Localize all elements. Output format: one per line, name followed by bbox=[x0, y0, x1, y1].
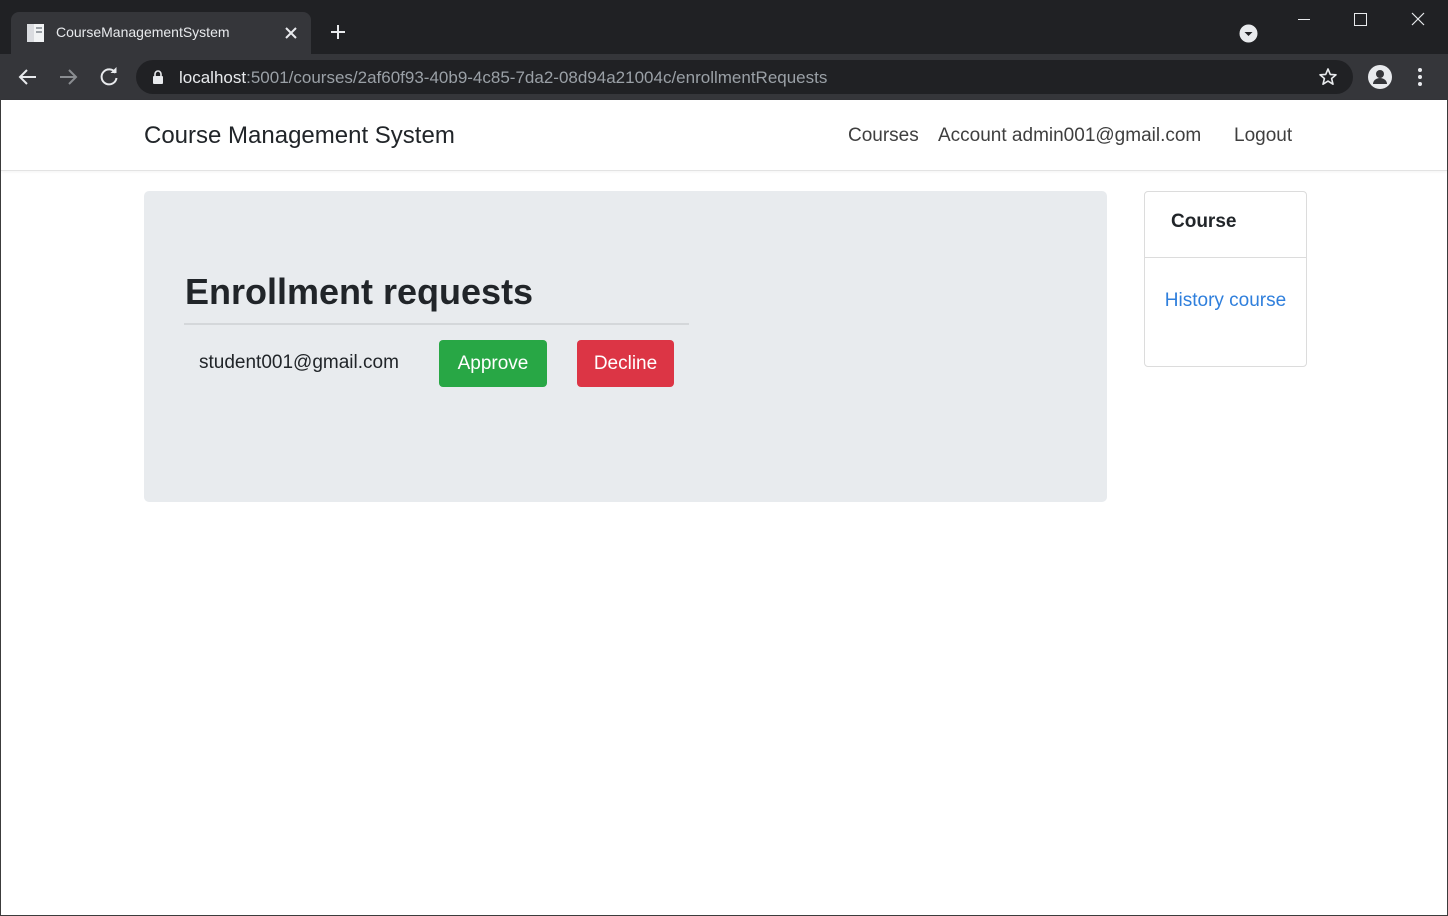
title-divider bbox=[184, 323, 689, 325]
minimize-icon[interactable] bbox=[1275, 0, 1333, 40]
page-viewport: Course Management System Courses Account… bbox=[0, 100, 1448, 916]
url-host: localhost bbox=[179, 68, 247, 87]
browser-tab[interactable]: CourseManagementSystem bbox=[11, 12, 311, 54]
menu-dots-icon[interactable] bbox=[1408, 65, 1432, 89]
decline-button[interactable]: Decline bbox=[577, 340, 674, 387]
tab-search-icon[interactable] bbox=[1239, 24, 1258, 43]
url-path: :5001/courses/2af60f93-40b9-4c85-7da2-08… bbox=[246, 68, 828, 87]
close-icon[interactable] bbox=[281, 23, 301, 43]
window-close-icon[interactable] bbox=[1389, 0, 1447, 40]
profile-icon[interactable] bbox=[1367, 64, 1393, 90]
reload-icon[interactable] bbox=[96, 64, 122, 90]
browser-toolbar: localhost:5001/courses/2af60f93-40b9-4c8… bbox=[0, 54, 1448, 100]
forward-arrow-icon[interactable] bbox=[55, 64, 81, 90]
url-text[interactable]: localhost:5001/courses/2af60f93-40b9-4c8… bbox=[179, 68, 827, 88]
nav-logout-link[interactable]: Logout bbox=[1234, 125, 1292, 147]
request-email: student001@gmail.com bbox=[199, 352, 399, 373]
nav-account-link[interactable]: Account admin001@gmail.com bbox=[938, 125, 1201, 147]
page-title: Enrollment requests bbox=[185, 271, 534, 312]
card-title: Course bbox=[1171, 211, 1237, 232]
history-course-link[interactable]: History course bbox=[1145, 286, 1306, 316]
maximize-icon[interactable] bbox=[1331, 0, 1389, 40]
approve-button[interactable]: Approve bbox=[439, 340, 547, 387]
star-icon[interactable] bbox=[1318, 67, 1338, 87]
card-header: Course bbox=[1145, 192, 1306, 258]
nav-courses-link[interactable]: Courses bbox=[848, 125, 919, 147]
lock-icon[interactable] bbox=[152, 70, 164, 84]
back-arrow-icon[interactable] bbox=[15, 64, 41, 90]
enrollment-requests-panel: Enrollment requests student001@gmail.com… bbox=[144, 191, 1107, 502]
tab-title: CourseManagementSystem bbox=[56, 24, 230, 40]
tab-strip: CourseManagementSystem bbox=[0, 0, 1448, 54]
plus-icon[interactable] bbox=[326, 20, 350, 44]
course-sidebar-card: Course History course bbox=[1144, 191, 1307, 367]
site-navbar: Course Management System Courses Account… bbox=[1, 100, 1447, 171]
address-bar[interactable]: localhost:5001/courses/2af60f93-40b9-4c8… bbox=[136, 60, 1353, 94]
page-favicon-icon bbox=[26, 23, 45, 43]
brand-link[interactable]: Course Management System bbox=[144, 122, 455, 150]
browser-chrome: CourseManagementSystem localhost:5001/co… bbox=[0, 0, 1448, 100]
